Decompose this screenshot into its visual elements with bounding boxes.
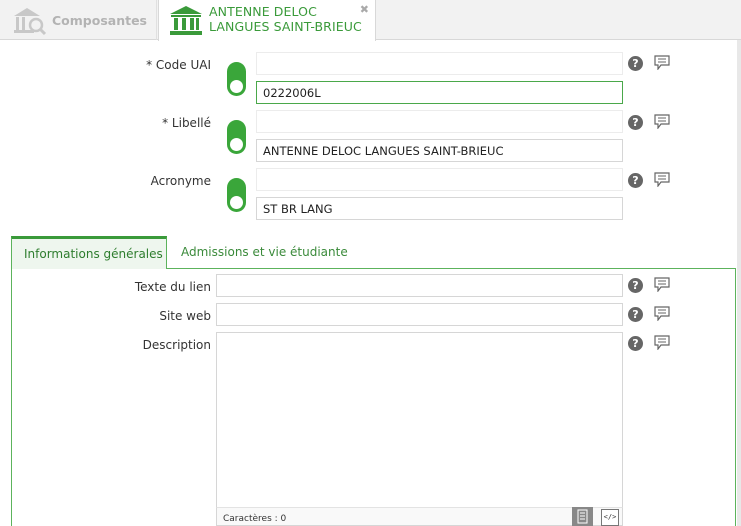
document-tabbar: Composantes ANTENNE DELOC LANGUES SAINT-…	[0, 0, 741, 41]
libelle-toggle[interactable]	[227, 120, 246, 154]
comment-icon[interactable]	[654, 277, 670, 292]
description-label: Description	[142, 338, 211, 352]
help-icon[interactable]: ?	[628, 173, 643, 188]
tab-antenne-deloc[interactable]: ANTENNE DELOC LANGUES SAINT-BRIEUC ✖	[158, 0, 376, 41]
site-web-input[interactable]	[216, 303, 623, 326]
list-icon	[577, 509, 588, 524]
comment-icon[interactable]	[654, 306, 670, 321]
institution-icon	[170, 6, 202, 35]
char-counter: Caractères : 0	[216, 507, 623, 526]
acronyme-toggle[interactable]	[227, 178, 246, 212]
texte-lien-input[interactable]	[216, 274, 623, 297]
texte-lien-label: Texte du lien	[134, 280, 211, 294]
tab-title-line2: LANGUES SAINT-BRIEUC	[209, 19, 362, 34]
code-uai-input[interactable]: 0222006L	[256, 81, 623, 104]
comment-icon[interactable]	[654, 172, 670, 187]
code-uai-label: * Code UAI	[146, 58, 211, 72]
scrollbar-track[interactable]	[737, 40, 741, 526]
tab-title-line1: ANTENNE DELOC	[209, 4, 317, 19]
building-search-icon	[14, 8, 47, 36]
description-textarea[interactable]	[216, 332, 623, 508]
libelle-label: * Libellé	[162, 116, 211, 130]
help-icon[interactable]: ?	[628, 307, 643, 322]
close-tab-icon[interactable]: ✖	[360, 3, 369, 16]
tab-composantes-label: Composantes	[52, 12, 147, 28]
format-toggle-button[interactable]	[572, 507, 593, 526]
code-uai-input-alt[interactable]	[256, 52, 623, 75]
acronyme-input[interactable]: ST BR LANG	[256, 197, 623, 220]
tab-informations-generales[interactable]: Informations générales	[11, 236, 167, 269]
help-icon[interactable]: ?	[628, 278, 643, 293]
tab-composantes[interactable]: Composantes	[0, 0, 157, 40]
libelle-input-alt[interactable]	[256, 110, 623, 133]
acronyme-input-alt[interactable]	[256, 168, 623, 191]
acronyme-label: Acronyme	[150, 174, 211, 188]
comment-icon[interactable]	[654, 114, 670, 129]
libelle-input[interactable]: ANTENNE DELOC LANGUES SAINT-BRIEUC	[256, 139, 623, 162]
code-uai-toggle[interactable]	[227, 62, 246, 96]
help-icon[interactable]: ?	[628, 56, 643, 71]
comment-icon[interactable]	[654, 55, 670, 70]
comment-icon[interactable]	[654, 335, 670, 350]
source-code-button[interactable]: </>	[601, 509, 619, 526]
tab-admissions[interactable]: Admissions et vie étudiante	[169, 236, 360, 269]
tab-title: ANTENNE DELOC LANGUES SAINT-BRIEUC	[209, 4, 362, 34]
help-icon[interactable]: ?	[628, 115, 643, 130]
help-icon[interactable]: ?	[628, 336, 643, 351]
site-web-label: Site web	[159, 309, 211, 323]
